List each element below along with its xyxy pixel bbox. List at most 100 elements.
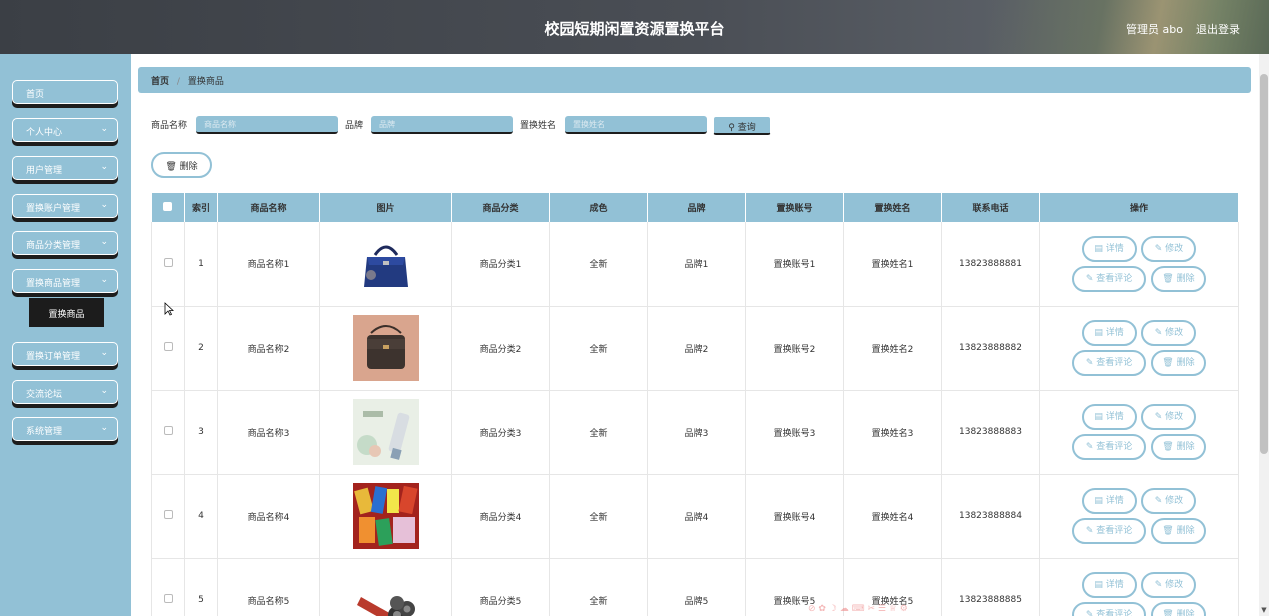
sidebar-item-orders[interactable]: 置换订单管理 ⌄ <box>12 342 118 366</box>
sidebar-item-swap-goods[interactable]: 置换商品管理 ⌄ <box>12 269 118 293</box>
page-scrollbar[interactable]: ▼ <box>1259 54 1269 616</box>
sidebar-item-label: 商品分类管理 <box>26 241 81 251</box>
trash-icon: 🗑 <box>1162 442 1174 452</box>
actions-cell: ▤ 详情 ✎ 修改 ✎ 查看评论 🗑 删除 <box>1039 222 1239 307</box>
column-header: 操作 <box>1039 193 1239 222</box>
sidebar-item-label: 置换商品管理 <box>26 279 81 289</box>
chevron-down-icon: ⌄ <box>100 162 108 172</box>
row-checkbox[interactable] <box>163 342 173 351</box>
condition-cell: 全新 <box>549 390 648 475</box>
logout-link[interactable]: 退出登录 <box>1196 21 1240 37</box>
sidebar-item-forum[interactable]: 交流论坛 ⌄ <box>12 380 118 404</box>
row-checkbox[interactable] <box>163 510 173 519</box>
name-cell: 商品名称1 <box>217 222 320 307</box>
category-cell: 商品分类4 <box>451 474 550 559</box>
pencil-icon: ✎ <box>1154 412 1163 422</box>
select-all-header <box>151 193 185 222</box>
view-comments-button[interactable]: ✎ 查看评论 <box>1072 350 1147 376</box>
product-image-snacks <box>352 483 419 549</box>
edit-button[interactable]: ✎ 修改 <box>1141 320 1197 346</box>
document-icon: ▤ <box>1094 328 1103 338</box>
document-icon: ▤ <box>1094 412 1103 422</box>
main-content: 首页 / 置换商品 商品名称 品牌 置换姓名 ⚲ 查询 🗑 删除 索引 商品名称 <box>131 54 1269 616</box>
sidebar-item-categories[interactable]: 商品分类管理 ⌄ <box>12 231 118 255</box>
admin-username: 管理员 abo <box>1126 23 1183 36</box>
chevron-down-icon: ⌄ <box>100 386 108 396</box>
delete-button[interactable]: 🗑 删除 <box>1150 434 1206 460</box>
breadcrumb-separator: / <box>176 77 180 87</box>
pencil-icon: ✎ <box>1085 273 1094 284</box>
swapper-search-input[interactable] <box>565 116 707 134</box>
sidebar-item-profile[interactable]: 个人中心 ⌄ <box>12 118 118 142</box>
category-cell: 商品分类3 <box>451 390 550 475</box>
scroll-down-arrow-icon[interactable]: ▼ <box>1259 606 1269 616</box>
edit-button[interactable]: ✎ 修改 <box>1141 235 1197 262</box>
actions-cell: ▤ 详情 ✎ 修改 ✎ 查看评论 🗑 删除 <box>1039 390 1239 475</box>
document-icon: ▤ <box>1094 580 1103 590</box>
breadcrumb-home[interactable]: 首页 <box>151 77 169 87</box>
delete-button[interactable]: 🗑 删除 <box>1150 602 1206 616</box>
actions-cell: ▤ 详情 ✎ 修改 ✎ 查看评论 🗑 删除 <box>1039 306 1239 391</box>
sidebar: 首页 个人中心 ⌄ 用户管理 ⌄ 置换账户管理 ⌄ 商品分类管理 ⌄ 置换商品管… <box>0 54 131 616</box>
sidebar-item-users[interactable]: 用户管理 ⌄ <box>12 156 118 180</box>
detail-button[interactable]: ▤ 详情 <box>1081 572 1137 598</box>
index-cell: 3 <box>184 390 218 475</box>
product-image-handbag-navy <box>352 230 419 297</box>
table-row: 1 商品名称1 商品分类1 全新 品牌1 置换账号1 置换姓名1 1382388… <box>151 222 1239 307</box>
sidebar-item-system[interactable]: 系统管理 ⌄ <box>12 417 118 441</box>
search-icon: ⚲ <box>728 123 735 133</box>
breadcrumb-current: 置换商品 <box>187 77 224 87</box>
detail-button-label: 详情 <box>1105 496 1124 506</box>
phone-cell: 13823888884 <box>941 474 1040 559</box>
view-comments-label: 查看评论 <box>1096 358 1133 368</box>
query-button[interactable]: ⚲ 查询 <box>713 116 771 135</box>
row-select-cell <box>151 222 185 307</box>
document-icon: ▤ <box>1094 243 1103 254</box>
account-cell: 置换账号4 <box>745 474 844 559</box>
view-comments-button[interactable]: ✎ 查看评论 <box>1072 602 1147 616</box>
delete-button[interactable]: 🗑 删除 <box>1150 265 1206 292</box>
detail-button[interactable]: ▤ 详情 <box>1081 488 1137 514</box>
pencil-icon: ✎ <box>1085 442 1094 452</box>
detail-button[interactable]: ▤ 详情 <box>1081 404 1137 430</box>
row-checkbox[interactable] <box>163 426 173 435</box>
chevron-down-icon: ⌄ <box>100 348 108 358</box>
name-search-input[interactable] <box>196 116 338 134</box>
view-comments-button[interactable]: ✎ 查看评论 <box>1072 434 1147 460</box>
view-comments-label: 查看评论 <box>1096 526 1133 536</box>
select-all-checkbox[interactable] <box>163 201 173 211</box>
scrollbar-thumb[interactable] <box>1260 74 1268 454</box>
row-checkbox[interactable] <box>163 594 173 603</box>
brand-search-input[interactable] <box>371 116 513 134</box>
condition-cell: 全新 <box>549 474 648 559</box>
view-comments-button[interactable]: ✎ 查看评论 <box>1072 265 1147 292</box>
row-select-cell <box>151 558 185 616</box>
batch-delete-button[interactable]: 🗑 删除 <box>151 152 212 178</box>
brand-cell: 品牌4 <box>647 474 746 559</box>
sidebar-subitem-swap-goods[interactable]: 置换商品 <box>29 298 104 327</box>
column-header: 置换姓名 <box>843 193 942 222</box>
sidebar-item-swap-accounts[interactable]: 置换账户管理 ⌄ <box>12 194 118 218</box>
sidebar-item-home[interactable]: 首页 <box>12 80 118 104</box>
product-image-crossbody-bag <box>352 315 419 381</box>
view-comments-label: 查看评论 <box>1096 610 1133 616</box>
row-checkbox[interactable] <box>163 257 173 267</box>
detail-button-label: 详情 <box>1105 243 1124 254</box>
column-header: 置换账号 <box>745 193 844 222</box>
edit-button[interactable]: ✎ 修改 <box>1141 488 1197 514</box>
condition-cell: 全新 <box>549 306 648 391</box>
detail-button[interactable]: ▤ 详情 <box>1081 320 1137 346</box>
actions-cell: ▤ 详情 ✎ 修改 ✎ 查看评论 🗑 删除 <box>1039 558 1239 616</box>
watermark-toolbar-icons: ⊘ ✿ ☽ ☁ ⌨ ✂ ☰ ♕ ⚙ <box>808 604 908 614</box>
delete-button[interactable]: 🗑 删除 <box>1150 518 1206 544</box>
view-comments-button[interactable]: ✎ 查看评论 <box>1072 518 1147 544</box>
edit-button[interactable]: ✎ 修改 <box>1141 572 1197 598</box>
name-cell: 商品名称2 <box>217 306 320 391</box>
brand-cell: 品牌1 <box>647 222 746 307</box>
index-cell: 2 <box>184 306 218 391</box>
delete-button[interactable]: 🗑 删除 <box>1150 350 1206 376</box>
chevron-down-icon: ⌄ <box>100 237 108 247</box>
detail-button[interactable]: ▤ 详情 <box>1081 235 1137 262</box>
condition-cell: 全新 <box>549 558 648 616</box>
edit-button[interactable]: ✎ 修改 <box>1141 404 1197 430</box>
